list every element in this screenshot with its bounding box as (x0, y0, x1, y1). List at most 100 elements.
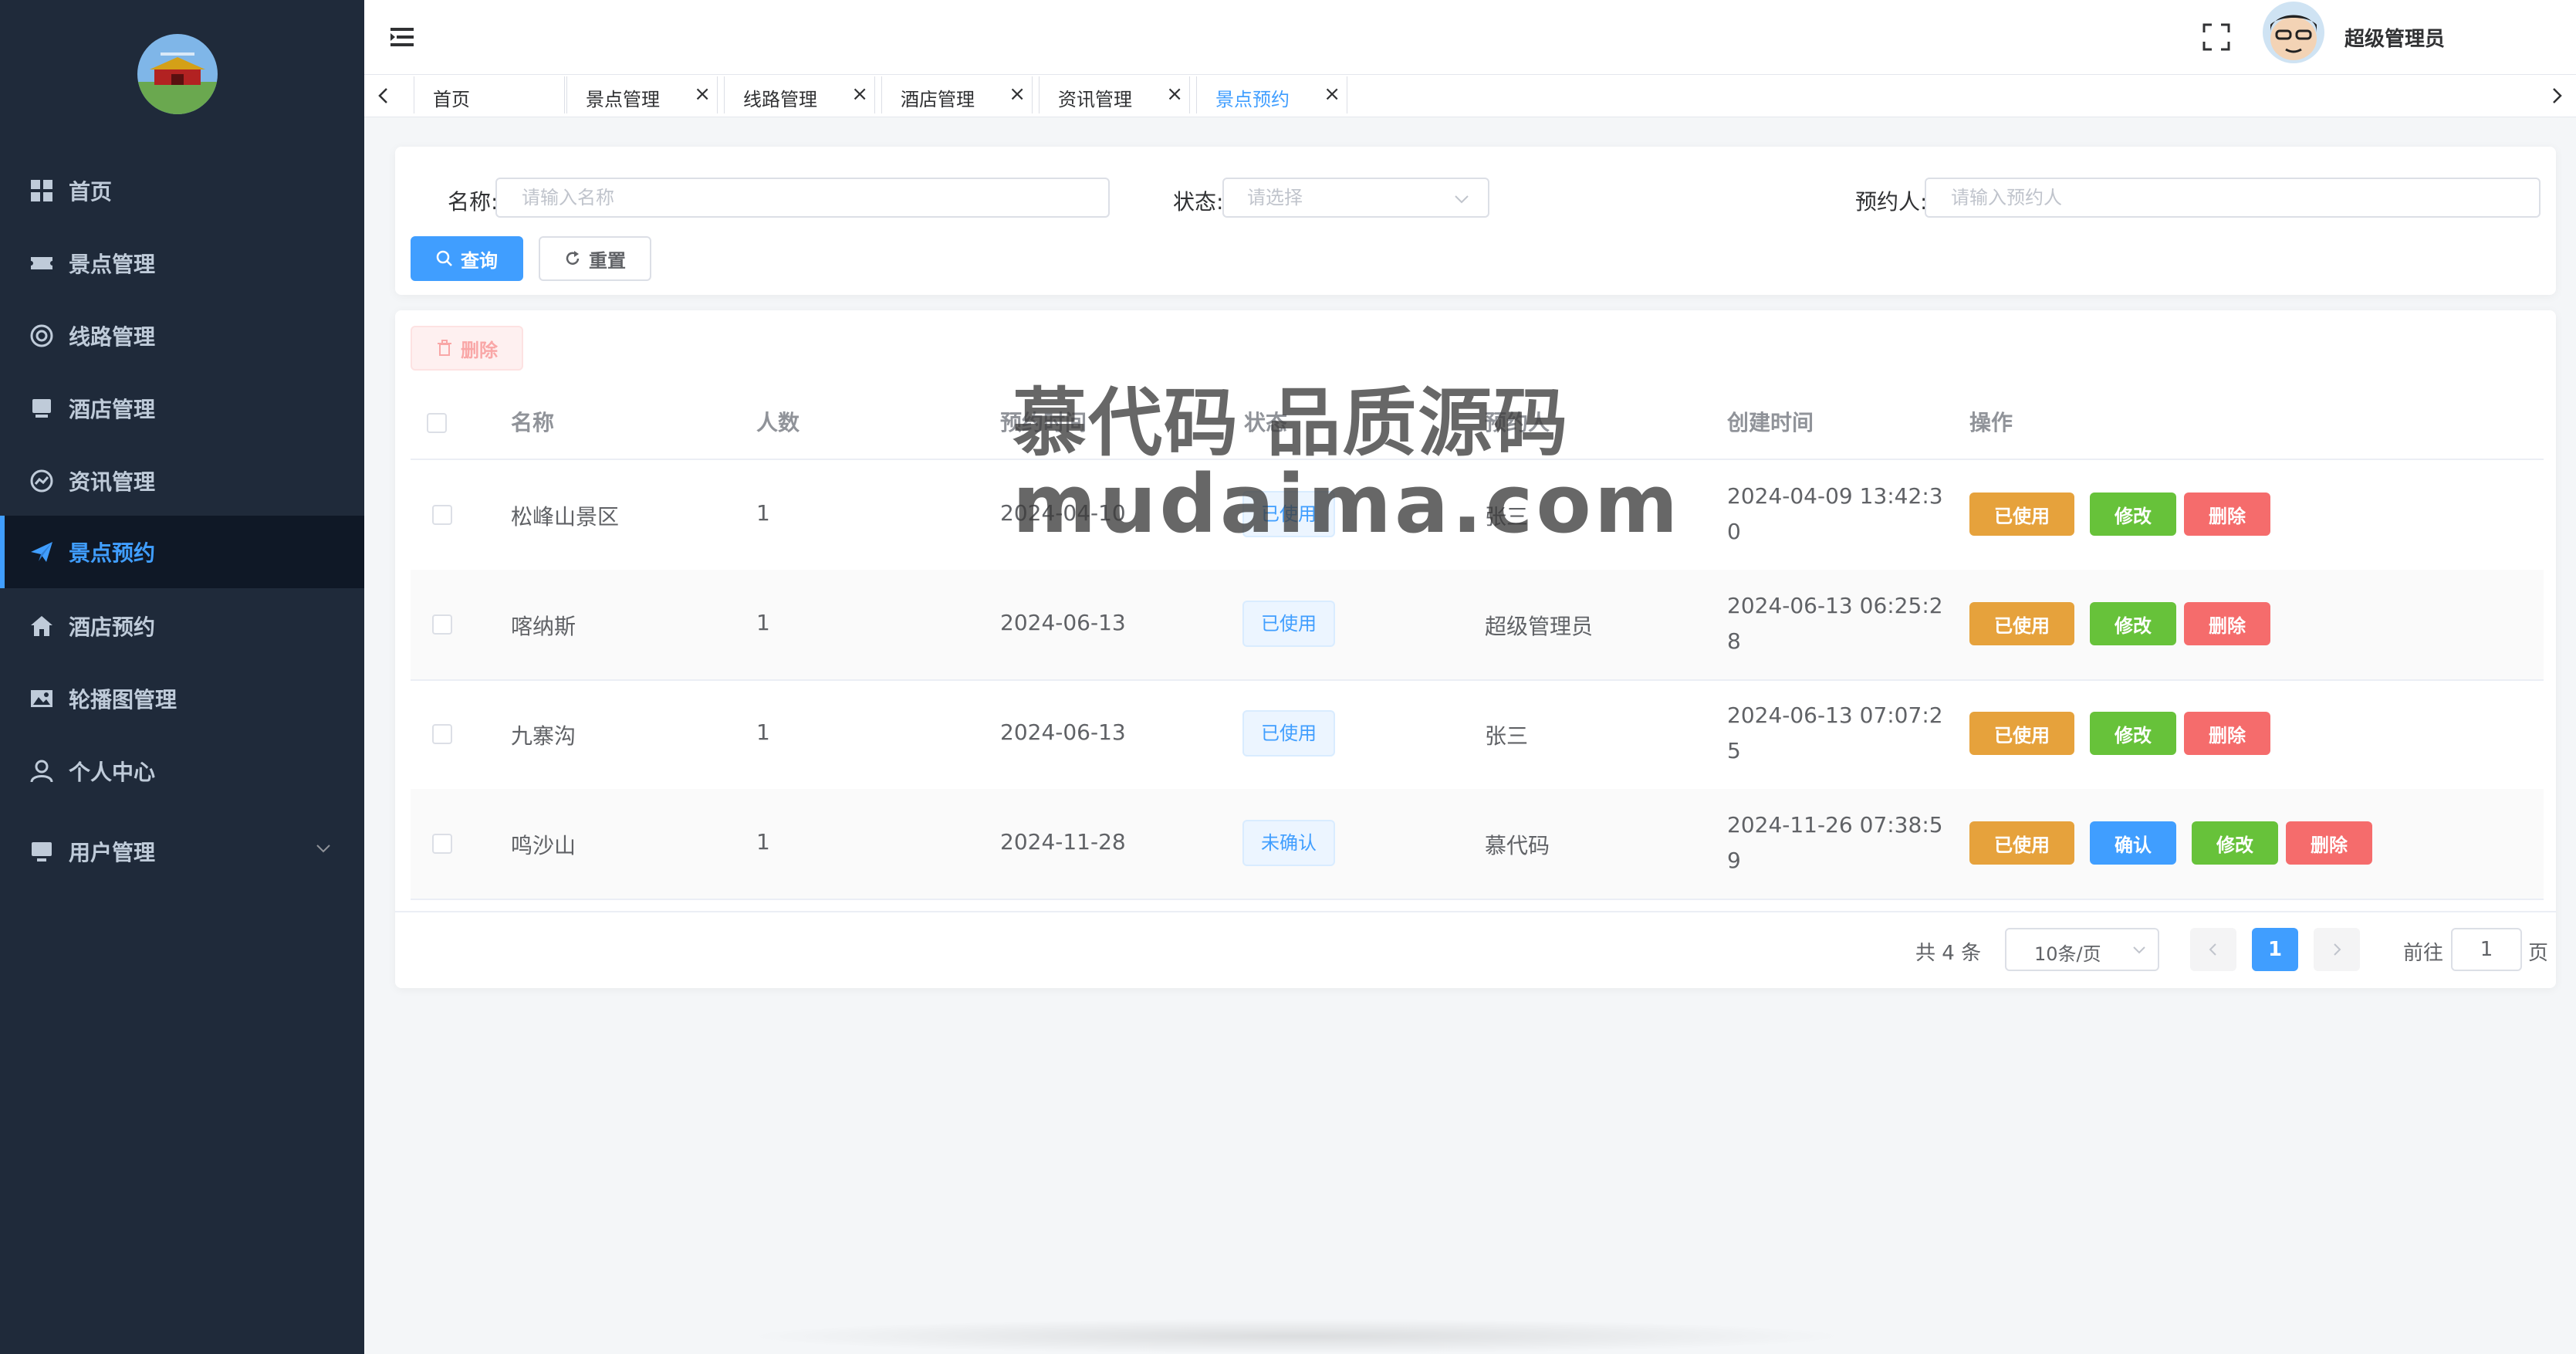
delete-button[interactable]: 删除 (2184, 712, 2270, 755)
sidebar-item-user-management[interactable]: 用户管理 (0, 815, 364, 888)
select-all-checkbox[interactable] (427, 413, 447, 433)
cell-count: 1 (756, 500, 770, 526)
tab-news[interactable]: 资讯管理 × (1039, 76, 1190, 113)
row-checkbox[interactable] (432, 614, 452, 635)
status-badge: 已使用 (1242, 601, 1335, 647)
picture-icon (31, 690, 52, 707)
pagination-total: 共 4 条 (1915, 942, 1982, 965)
used-button[interactable]: 已使用 (1969, 821, 2074, 865)
reset-button-label: 重置 (589, 249, 626, 272)
column-header-created: 创建时间 (1727, 410, 1814, 435)
delete-button[interactable]: 删除 (2286, 821, 2372, 865)
booker-input[interactable] (1925, 178, 2541, 218)
chevron-right-icon (2334, 943, 2341, 956)
sidebar-item-hotel[interactable]: 酒店管理 (0, 372, 364, 445)
home-icon (31, 616, 52, 636)
cell-name: 喀纳斯 (511, 614, 576, 639)
header: 超级管理员 (364, 0, 2576, 74)
news-icon (30, 469, 53, 493)
next-page-button[interactable] (2314, 928, 2360, 971)
menu-toggle-icon[interactable] (389, 23, 417, 51)
booker-input-field[interactable] (1949, 186, 2483, 209)
paper-plane-icon (31, 542, 52, 562)
query-button[interactable]: 查询 (411, 236, 523, 281)
sidebar-item-profile[interactable]: 个人中心 (0, 735, 364, 807)
row-checkbox[interactable] (432, 834, 452, 854)
page-size-select[interactable]: 10条/页 (2005, 928, 2159, 971)
sidebar-item-home[interactable]: 首页 (0, 154, 364, 227)
pagination-divider (395, 911, 2556, 912)
used-button[interactable]: 已使用 (1969, 712, 2074, 755)
fullscreen-icon[interactable] (2202, 23, 2230, 51)
tab-label: 酒店管理 (901, 89, 975, 110)
chevron-down-icon (2133, 946, 2145, 954)
row-checkbox[interactable] (432, 724, 452, 744)
sidebar-item-scenic[interactable]: 景点管理 (0, 227, 364, 300)
sidebar-item-label: 轮播图管理 (69, 687, 177, 713)
cell-count: 1 (756, 829, 770, 855)
batch-delete-button[interactable]: 删除 (411, 326, 523, 371)
tab-scenic[interactable]: 景点管理 × (566, 76, 718, 113)
goto-page-input[interactable]: 1 (2451, 928, 2522, 971)
avatar[interactable] (2263, 2, 2324, 63)
chevron-down-icon (1455, 195, 1469, 204)
refresh-icon (566, 251, 580, 265)
user-icon (30, 760, 53, 783)
close-icon[interactable]: × (1166, 83, 1183, 106)
sidebar-item-label: 景点管理 (69, 252, 156, 277)
cell-name: 松峰山景区 (511, 504, 620, 530)
close-icon[interactable]: × (1323, 83, 1340, 106)
tab-label: 线路管理 (743, 89, 817, 110)
tab-scenic-booking[interactable]: 景点预约 × (1196, 76, 1347, 113)
watermark-text: 慕代码 品质源码 (1012, 380, 1570, 466)
edit-button[interactable]: 修改 (2090, 493, 2176, 536)
hotel-icon (32, 399, 51, 418)
bottom-shadow (741, 1318, 1852, 1354)
edit-button[interactable]: 修改 (2090, 602, 2176, 645)
tab-route[interactable]: 线路管理 × (724, 76, 875, 113)
avatar-image (2263, 2, 2324, 63)
status-select[interactable]: 请选择 (1222, 178, 1489, 218)
cell-date: 2024-06-13 (1000, 610, 1126, 635)
confirm-button[interactable]: 确认 (2090, 821, 2176, 865)
chevron-left-icon[interactable] (372, 84, 395, 107)
sidebar-item-label: 景点预约 (69, 540, 156, 566)
reset-button[interactable]: 重置 (539, 236, 651, 281)
edit-button[interactable]: 修改 (2192, 821, 2278, 865)
sidebar-item-hotel-booking[interactable]: 酒店预约 (0, 590, 364, 662)
close-icon[interactable]: × (851, 83, 868, 106)
sidebar-item-route[interactable]: 线路管理 (0, 300, 364, 372)
edit-button[interactable]: 修改 (2090, 712, 2176, 755)
status-badge: 已使用 (1242, 710, 1335, 757)
tab-label: 景点预约 (1215, 89, 1290, 110)
cell-created: 2024-11-26 07:38:59 (1727, 812, 1943, 873)
delete-button[interactable]: 删除 (2184, 602, 2270, 645)
name-input[interactable] (495, 178, 1110, 218)
name-input-field[interactable] (520, 186, 1053, 209)
close-icon[interactable]: × (694, 83, 711, 106)
status-label: 状态: (1173, 189, 1224, 215)
cell-name: 鸣沙山 (511, 833, 576, 858)
search-card (395, 147, 2556, 295)
username[interactable]: 超级管理员 (2344, 23, 2445, 52)
cell-booker: 慕代码 (1485, 833, 1550, 858)
page-1-button[interactable]: 1 (2252, 928, 2298, 971)
sidebar-item-scenic-booking[interactable]: 景点预约 (0, 516, 364, 588)
prev-page-button[interactable] (2190, 928, 2236, 971)
tab-hotel[interactable]: 酒店管理 × (881, 76, 1033, 113)
sidebar-item-carousel[interactable]: 轮播图管理 (0, 662, 364, 735)
used-button[interactable]: 已使用 (1969, 493, 2074, 536)
delete-button[interactable]: 删除 (2184, 493, 2270, 536)
sidebar-item-label: 酒店预约 (69, 614, 156, 640)
tab-home[interactable]: 首页 (414, 76, 565, 113)
chevron-right-icon[interactable] (2545, 84, 2568, 107)
row-checkbox[interactable] (432, 505, 452, 525)
close-icon[interactable]: × (1009, 83, 1026, 106)
sidebar-item-news[interactable]: 资讯管理 (0, 445, 364, 517)
used-button[interactable]: 已使用 (1969, 602, 2074, 645)
logo-image (137, 34, 218, 114)
tabs-bar: 首页 景点管理 × 线路管理 × 酒店管理 × 资讯管理 × 景点预约 × (364, 74, 2576, 117)
cell-count: 1 (756, 719, 770, 745)
logo (137, 34, 218, 114)
cell-created: 2024-04-09 13:42:30 (1727, 483, 1943, 544)
